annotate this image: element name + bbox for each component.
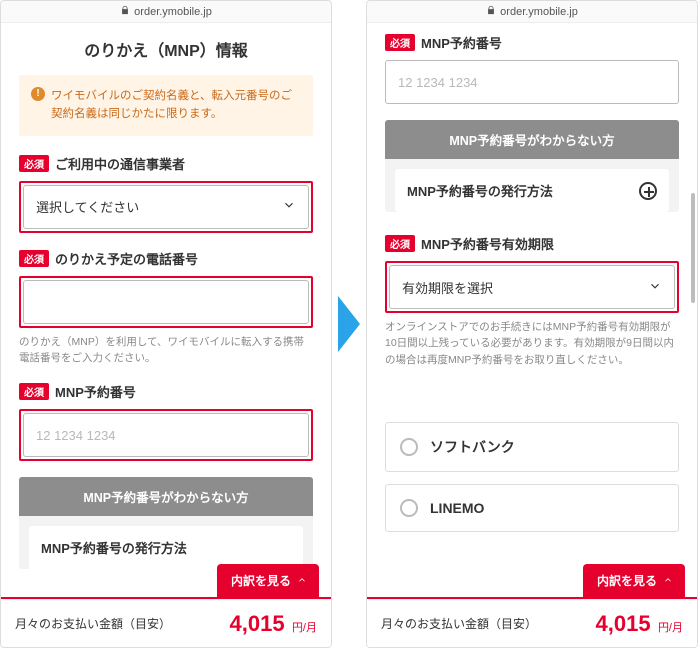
infobox-head: MNP予約番号がわからない方 <box>385 120 679 159</box>
field-helper: のりかえ（MNP）を利用して、ワイモバイルに転入する携帯電話番号をご入力ください… <box>19 334 313 367</box>
radio-option-linemo[interactable]: LINEMO <box>385 484 679 532</box>
field-helper: オンラインストアでのお手続きにはMNP予約番号有効期限が10日間以上残っている必… <box>385 319 679 368</box>
plus-icon <box>639 182 657 200</box>
field-mnp-expiry: 必須 MNP予約番号有効期限 有効期限を選択 オンラインストアでのお手続きにはM… <box>385 234 679 368</box>
price-value: 4,015 <box>230 611 285 636</box>
chevron-down-icon <box>648 279 662 296</box>
price-label: 月々のお支払い金額（目安） <box>381 615 537 632</box>
radio-label: LINEMO <box>430 500 484 516</box>
required-badge: 必須 <box>19 383 49 400</box>
required-badge: 必須 <box>385 235 415 252</box>
arrow-right-icon <box>336 294 362 354</box>
radio-option-softbank[interactable]: ソフトバンク <box>385 422 679 472</box>
price-footer: 月々のお支払い金額（目安） 4,015 円/月 <box>367 599 697 647</box>
price-unit: 円/月 <box>292 622 317 634</box>
breakdown-label: 内訳を見る <box>231 572 291 589</box>
screenshot-right: order.ymobile.jp 必須 MNP予約番号 12 1234 1234… <box>366 0 698 648</box>
field-label: MNP予約番号有効期限 <box>421 234 554 253</box>
url-host: order.ymobile.jp <box>500 6 578 18</box>
screenshot-left: order.ymobile.jp のりかえ（MNP）情報 ! ワイモバイルのご契… <box>0 0 332 648</box>
price-footer: 月々のお支払い金額（目安） 4,015 円/月 <box>1 599 331 647</box>
radio-icon <box>400 499 418 517</box>
lock-icon <box>120 5 130 18</box>
select-value: 有効期限を選択 <box>402 278 493 297</box>
breakdown-button[interactable]: 内訳を見る <box>583 564 685 597</box>
field-phone-number: 必須 のりかえ予定の電話番号 のりかえ（MNP）を利用して、ワイモバイルに転入す… <box>19 249 313 367</box>
notice-banner: ! ワイモバイルのご契約名義と、転入元番号のご契約名義は同じかたに限ります。 <box>19 75 313 136</box>
chevron-up-icon <box>663 574 673 588</box>
field-label: のりかえ予定の電話番号 <box>55 249 198 268</box>
notice-text: ワイモバイルのご契約名義と、転入元番号のご契約名義は同じかたに限ります。 <box>51 90 292 120</box>
mnp-help-box: MNP予約番号がわからない方 MNP予約番号の発行方法 <box>385 120 679 212</box>
required-badge: 必須 <box>19 250 49 267</box>
field-mnp-number: 必須 MNP予約番号 12 1234 1234 <box>385 33 679 104</box>
chevron-down-icon <box>282 198 296 215</box>
carrier-select[interactable]: 選択してください <box>23 185 309 229</box>
chevron-up-icon <box>297 574 307 588</box>
price-label: 月々のお支払い金額（目安） <box>15 615 171 632</box>
lock-icon <box>486 5 496 18</box>
required-badge: 必須 <box>385 34 415 51</box>
input-placeholder: 12 1234 1234 <box>398 75 478 90</box>
radio-label: ソフトバンク <box>430 437 515 457</box>
infobox-row-label: MNP予約番号の発行方法 <box>41 538 187 557</box>
warning-icon: ! <box>31 87 45 101</box>
infobox-row[interactable]: MNP予約番号の発行方法 <box>395 169 669 212</box>
page-title: のりかえ（MNP）情報 <box>19 37 313 61</box>
field-carrier: 必須 ご利用中の通信事業者 選択してください <box>19 154 313 233</box>
field-mnp-number: 必須 MNP予約番号 12 1234 1234 <box>19 382 313 461</box>
infobox-row[interactable]: MNP予約番号の発行方法 <box>29 526 303 569</box>
price-value: 4,015 <box>596 611 651 636</box>
input-placeholder: 12 1234 1234 <box>36 428 116 443</box>
field-label: ご利用中の通信事業者 <box>55 154 185 173</box>
required-badge: 必須 <box>19 155 49 172</box>
url-bar: order.ymobile.jp <box>1 1 331 23</box>
breakdown-label: 内訳を見る <box>597 572 657 589</box>
breakdown-button[interactable]: 内訳を見る <box>217 564 319 597</box>
select-value: 選択してください <box>36 197 139 216</box>
url-bar: order.ymobile.jp <box>367 1 697 23</box>
phone-number-input[interactable] <box>23 280 309 324</box>
infobox-row-label: MNP予約番号の発行方法 <box>407 181 553 200</box>
mnp-expiry-select[interactable]: 有効期限を選択 <box>389 265 675 309</box>
radio-icon <box>400 438 418 456</box>
field-label: MNP予約番号 <box>421 33 502 52</box>
url-host: order.ymobile.jp <box>134 6 212 18</box>
price-unit: 円/月 <box>658 622 683 634</box>
mnp-number-input[interactable]: 12 1234 1234 <box>385 60 679 104</box>
field-label: MNP予約番号 <box>55 382 136 401</box>
mnp-number-input[interactable]: 12 1234 1234 <box>23 413 309 457</box>
mnp-help-box: MNP予約番号がわからない方 MNP予約番号の発行方法 <box>19 477 313 569</box>
scrollbar-thumb[interactable] <box>691 193 695 303</box>
infobox-head: MNP予約番号がわからない方 <box>19 477 313 516</box>
